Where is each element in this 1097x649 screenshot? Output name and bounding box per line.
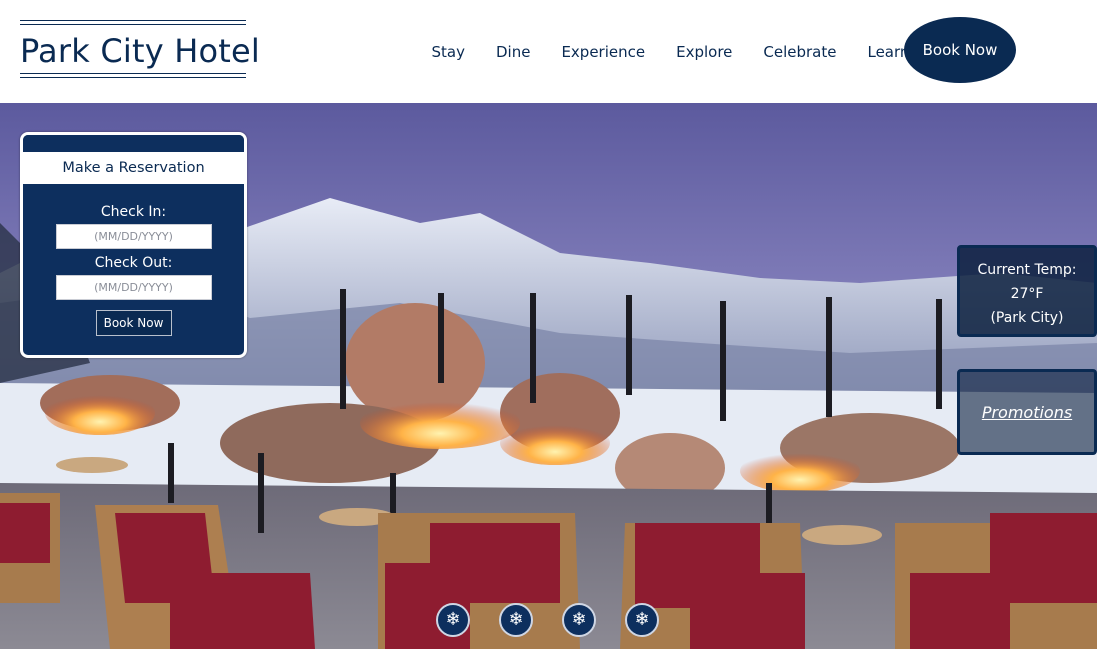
main-nav: Stay Dine Experience Explore Celebrate L…: [416, 0, 925, 103]
logo-text: Park City Hotel: [20, 32, 260, 70]
weather-location: (Park City): [990, 310, 1064, 326]
reservation-panel: Make a Reservation Check In: Check Out: …: [20, 132, 247, 358]
check-out-label: Check Out:: [94, 255, 173, 271]
site-header: Park City Hotel Stay Dine Experience Exp…: [0, 0, 1097, 103]
slide-1-snowflake-icon[interactable]: ❄: [436, 603, 470, 637]
site-logo[interactable]: Park City Hotel: [20, 20, 260, 80]
logo-rule-top-inner: [20, 24, 246, 25]
reservation-body: Check In: Check Out: Book Now: [23, 184, 244, 336]
nav-item-stay[interactable]: Stay: [416, 43, 480, 61]
reservation-panel-top-bar: [23, 135, 244, 152]
book-now-button[interactable]: Book Now: [904, 17, 1016, 83]
logo-rule-top: [20, 20, 246, 21]
nav-item-experience[interactable]: Experience: [546, 43, 661, 61]
slide-2-snowflake-icon[interactable]: ❄: [499, 603, 533, 637]
nav-item-dine[interactable]: Dine: [480, 43, 545, 61]
logo-rule-bottom: [20, 77, 246, 78]
slide-3-snowflake-icon[interactable]: ❄: [562, 603, 596, 637]
promotions-link[interactable]: Promotions: [982, 403, 1072, 422]
weather-widget: Current Temp: 27°F (Park City): [957, 245, 1097, 337]
weather-label: Current Temp:: [977, 262, 1077, 278]
nav-item-explore[interactable]: Explore: [661, 43, 748, 61]
nav-item-celebrate[interactable]: Celebrate: [748, 43, 852, 61]
check-in-label: Check In:: [100, 204, 167, 220]
check-out-input[interactable]: [55, 275, 212, 300]
slide-4-snowflake-icon[interactable]: ❄: [625, 603, 659, 637]
reservation-book-button[interactable]: Book Now: [95, 310, 172, 336]
check-in-input[interactable]: [55, 224, 212, 249]
hero-banner: Make a Reservation Check In: Check Out: …: [0, 103, 1097, 649]
weather-value: 27°F: [1010, 286, 1044, 302]
promotions-panel: Promotions: [957, 369, 1097, 455]
reservation-title: Make a Reservation: [23, 152, 244, 184]
logo-rule-bottom-inner: [20, 73, 246, 74]
